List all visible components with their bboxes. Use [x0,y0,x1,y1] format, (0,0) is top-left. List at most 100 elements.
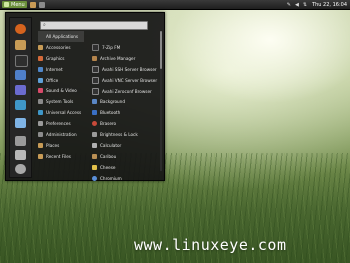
network-icon[interactable]: ⇅ [303,2,307,8]
pencil-icon[interactable]: ✎ [287,2,291,8]
category-label: Administration [46,131,77,137]
avahi-icon [92,76,99,84]
category-preferences[interactable]: Preferences [38,118,84,129]
files-icon[interactable] [15,40,26,50]
app-avahi-vnc[interactable]: Avahi VNC Server Browser [92,75,158,86]
mint-logo-icon [4,2,9,7]
category-label: Places [46,142,60,148]
terminal-icon[interactable] [15,55,28,67]
app-label: Avahi SSH Server Browser [102,66,157,72]
category-label: Accessories [46,44,71,50]
category-label: System Tools [46,99,74,105]
app-label: Background [100,99,125,105]
chromium-icon [92,175,97,181]
clock[interactable]: Thu 22, 16:04 [312,2,347,8]
category-icon [38,34,43,39]
launcher-folder[interactable] [29,1,36,8]
menu-button-label: Menu [11,1,25,8]
category-label: Sound & Video [46,88,77,94]
app-bluetooth[interactable]: Bluetooth [92,107,158,118]
app-7zip[interactable]: 7-Zip FM [92,42,158,53]
app-label: Avahi Zeroconf Browser [102,88,152,94]
archive-icon [92,55,97,61]
brasero-icon [92,121,97,127]
category-administration[interactable]: Administration [38,129,84,140]
app-label: Chromium [100,175,122,181]
internet-icon [38,66,43,72]
category-graphics[interactable]: Graphics [38,53,84,64]
graphics-icon [38,55,43,61]
administration-icon [38,131,43,137]
app-caribou[interactable]: Caribou [92,151,158,162]
app-avahi-ssh[interactable]: Avahi SSH Server Browser [92,64,158,75]
app-list-scrollbar[interactable] [160,31,162,171]
app-calculator[interactable]: Calculator [92,140,158,151]
app-cheese[interactable]: Cheese [92,162,158,173]
app-label: Archive Manager [100,55,136,61]
app-label: Avahi VNC Server Browser [102,77,158,83]
background-icon [92,99,97,105]
category-label: Recent Files [46,153,71,159]
category-label: Graphics [46,55,65,61]
preferences-icon [38,121,43,127]
lock-icon[interactable] [15,136,26,146]
category-label: Office [46,77,59,83]
menu-button[interactable]: Menu [2,1,27,8]
category-label: Preferences [46,121,71,127]
firefox-icon[interactable] [15,24,26,34]
panel-tray: ✎ ◀ ⇅ Thu 22, 16:04 [283,0,347,9]
avahi-icon [92,87,99,95]
category-label: Internet [46,66,63,72]
app-avahi-zeroconf[interactable]: Avahi Zeroconf Browser [92,86,158,97]
puzzle-icon[interactable] [15,100,26,110]
scrollbar-thumb[interactable] [160,31,162,69]
places-icon [38,142,43,148]
volume-icon[interactable]: ◀ [295,2,299,8]
logout-icon[interactable] [15,150,26,160]
office-icon [38,77,43,83]
category-label: Universal Access [46,110,82,116]
application-list: 7-Zip FM Archive Manager Avahi SSH Serve… [92,42,158,184]
search-input[interactable]: ⌕ [40,21,148,30]
category-all-applications[interactable]: All Applications [38,31,84,42]
app-label: Caribou [100,153,117,159]
app-brasero[interactable]: Brasero [92,118,158,129]
launcher-terminal[interactable] [38,1,45,8]
7zip-icon [92,43,99,51]
avahi-icon [92,65,99,73]
app-label: Brasero [100,121,117,127]
category-label: All Applications [46,33,79,39]
category-office[interactable]: Office [38,75,84,86]
category-universal-access[interactable]: Universal Access [38,107,84,118]
calendar-icon[interactable] [15,85,26,95]
category-system-tools[interactable]: System Tools [38,96,84,107]
app-label: 7-Zip FM [102,44,121,50]
app-brightness-lock[interactable]: Brightness & Lock [92,129,158,140]
brightness-icon [92,132,97,138]
category-recent-files[interactable]: Recent Files [38,151,84,162]
accessories-icon [38,44,43,50]
app-label: Calculator [100,142,122,148]
universal-access-icon [38,110,43,116]
folder-icon[interactable] [15,118,26,128]
power-icon[interactable] [15,164,26,174]
app-background[interactable]: Background [92,96,158,107]
application-menu: ⌕ All Applications Accessories Graphics … [5,12,165,181]
sound-video-icon [38,88,43,94]
app-archive-manager[interactable]: Archive Manager [92,53,158,64]
keyboard-icon [92,153,97,159]
recent-files-icon [38,153,43,159]
category-accessories[interactable]: Accessories [38,42,84,53]
category-internet[interactable]: Internet [38,64,84,75]
category-places[interactable]: Places [38,140,84,151]
calculator-icon [92,142,97,148]
system-tools-icon [38,99,43,105]
top-panel: Menu ✎ ◀ ⇅ Thu 22, 16:04 [0,0,350,10]
favorites-bar [9,17,32,178]
category-list: All Applications Accessories Graphics In… [38,31,84,162]
watermark: www.linuxeye.com [134,236,287,254]
category-sound-video[interactable]: Sound & Video [38,85,84,96]
app-chromium[interactable]: Chromium [92,173,158,184]
mail-icon[interactable] [15,70,26,80]
app-label: Cheese [100,164,116,170]
